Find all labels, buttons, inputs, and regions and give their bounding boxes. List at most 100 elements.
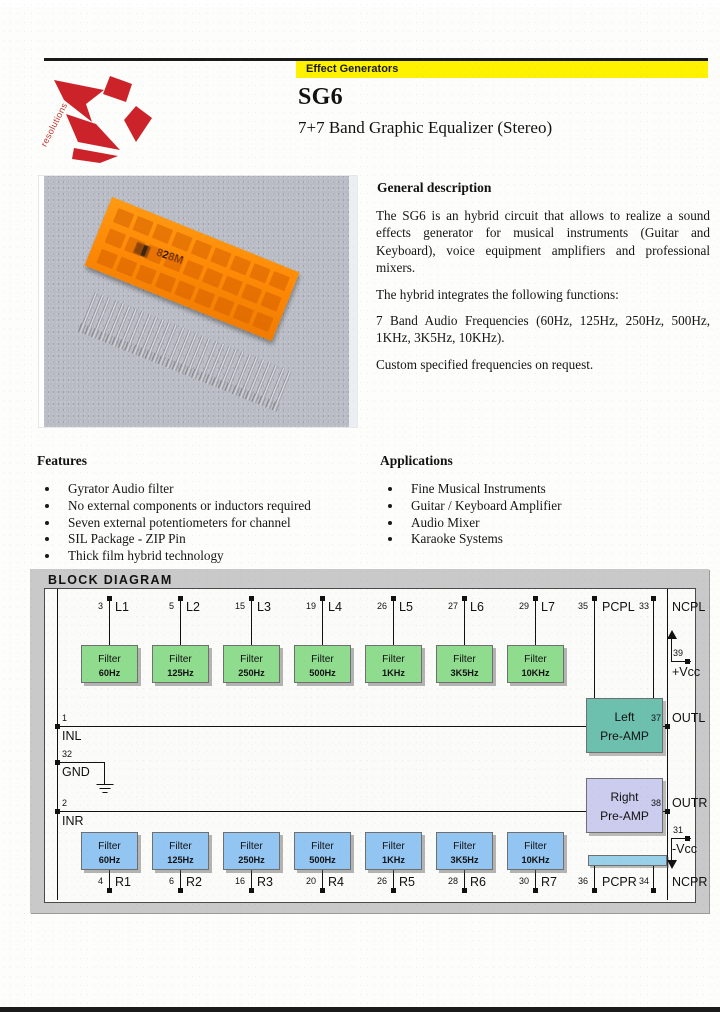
pin-number: 4 [97,876,103,886]
list-item: Seven external potentiometers for channe… [41,515,371,530]
features-list: Gyrator Audio filter No external compone… [41,481,371,565]
pin-node [391,596,396,601]
filter-frequency: 1KHz [382,668,405,678]
filter-top-droplink [464,599,466,645]
module-pad [252,311,274,333]
pin-label: +Vcc [672,665,701,679]
pin-label: GND [62,765,90,779]
vcc-pos-arrow-icon [667,630,677,639]
filter-title: Filter [240,841,263,852]
module-pad [154,272,177,293]
pin-label: NCPL [672,600,706,614]
module-pad [260,291,282,312]
pin-label: R6 [470,875,486,889]
filter-block: Filter 125Hz [152,645,209,683]
module-pad [115,256,138,277]
pin-number: 16 [234,876,245,886]
list-item: SIL Package - ZIP Pin [41,531,371,546]
module-pad [249,263,271,284]
module-pad [190,239,213,260]
module-pad [112,208,135,229]
filter-top-droplink [322,599,324,645]
filter-title: Filter [98,841,121,852]
module-pad [182,259,204,281]
pin-node [685,659,690,664]
filter-frequency: 10KHz [521,668,550,678]
filter-bottom-droplink [322,870,324,889]
filter-top-droplink [535,599,537,645]
filter-block: Filter 10KHz [507,645,564,683]
pin-label: R7 [541,875,557,889]
filter-block: Filter 60Hz [81,645,138,683]
pin-label: OUTR [672,796,708,810]
pin-label: NCPR [672,875,708,889]
list-item: Audio Mixer [384,515,714,530]
pin-node [320,888,325,893]
preamp-line-2: Pre-AMP [600,809,649,823]
list-item: No external components or inductors requ… [41,498,371,513]
block-diagram-tab-label: BLOCK DIAGRAM [48,573,173,587]
filter-top-droplink [109,599,111,645]
pin-label: L2 [186,600,200,614]
features-title: Features [37,453,87,468]
module-pad [232,303,255,325]
filter-block: Filter 250Hz [223,832,280,870]
pin-node [249,596,254,601]
list-item: Thick film hybrid technology [41,548,371,563]
pin-node [533,888,538,893]
filter-top-droplink [180,599,182,645]
filter-bottom-droplink [180,870,182,889]
pin-label: L3 [257,600,271,614]
pin-node [651,888,656,893]
pin-number: 1 [62,713,68,723]
pin-node [665,724,670,729]
filter-title: Filter [240,654,263,665]
pcpl-drop [594,599,596,698]
gd-paragraph: 7 Band Audio Frequencies (60Hz, 125Hz, 2… [376,313,710,346]
filter-frequency: 10KHz [521,855,550,865]
filter-bottom-droplink [109,870,111,889]
photo-right-strip [349,176,357,427]
filter-block: Filter 3K5Hz [436,832,493,870]
filter-frequency: 500Hz [309,668,336,678]
pin-node [249,888,254,893]
part-subtitle: 7+7 Band Graphic Equalizer (Stereo) [298,118,553,137]
pin-label: INR [62,814,84,828]
filter-title: Filter [453,841,476,852]
filter-bottom-droplink [464,870,466,889]
diagram-left-spine [57,589,59,900]
inr-rail [57,811,592,813]
pin-node [178,888,183,893]
pin-node [665,809,670,814]
pin-number: 26 [376,601,387,611]
pin-node [462,596,467,601]
filter-frequency: 125Hz [167,855,194,865]
filter-title: Filter [311,654,334,665]
filter-title: Filter [453,654,476,665]
pin-node [107,596,112,601]
applications-title: Applications [380,453,453,468]
pin-number: 29 [518,601,529,611]
list-item: Guitar / Keyboard Amplifier [384,498,714,513]
ground-symbol-icon [96,784,113,794]
filter-block: Filter 1KHz [365,645,422,683]
module-pad [240,283,263,304]
pin-number: 2 [62,798,68,808]
part-number: SG6 [298,84,343,110]
page-bottom-edge [0,1007,720,1012]
category-banner-label: Effect Generators [306,63,399,75]
pin-number: 5 [168,601,174,611]
filter-block: Filter 125Hz [152,832,209,870]
filter-title: Filter [311,841,334,852]
filter-frequency: 60Hz [98,855,121,865]
filter-block: Filter 3K5Hz [436,645,493,683]
pin-number: 28 [447,876,458,886]
pin-number: 37 [650,713,661,723]
pin-node [320,596,325,601]
pin-number: 3 [97,601,103,611]
right-coupling-bar [588,855,667,866]
gnd-drop [104,762,106,784]
pin-node [592,596,597,601]
pin-number: 39 [672,648,683,658]
gd-paragraph: The SG6 is an hybrid circuit that allows… [376,208,710,276]
